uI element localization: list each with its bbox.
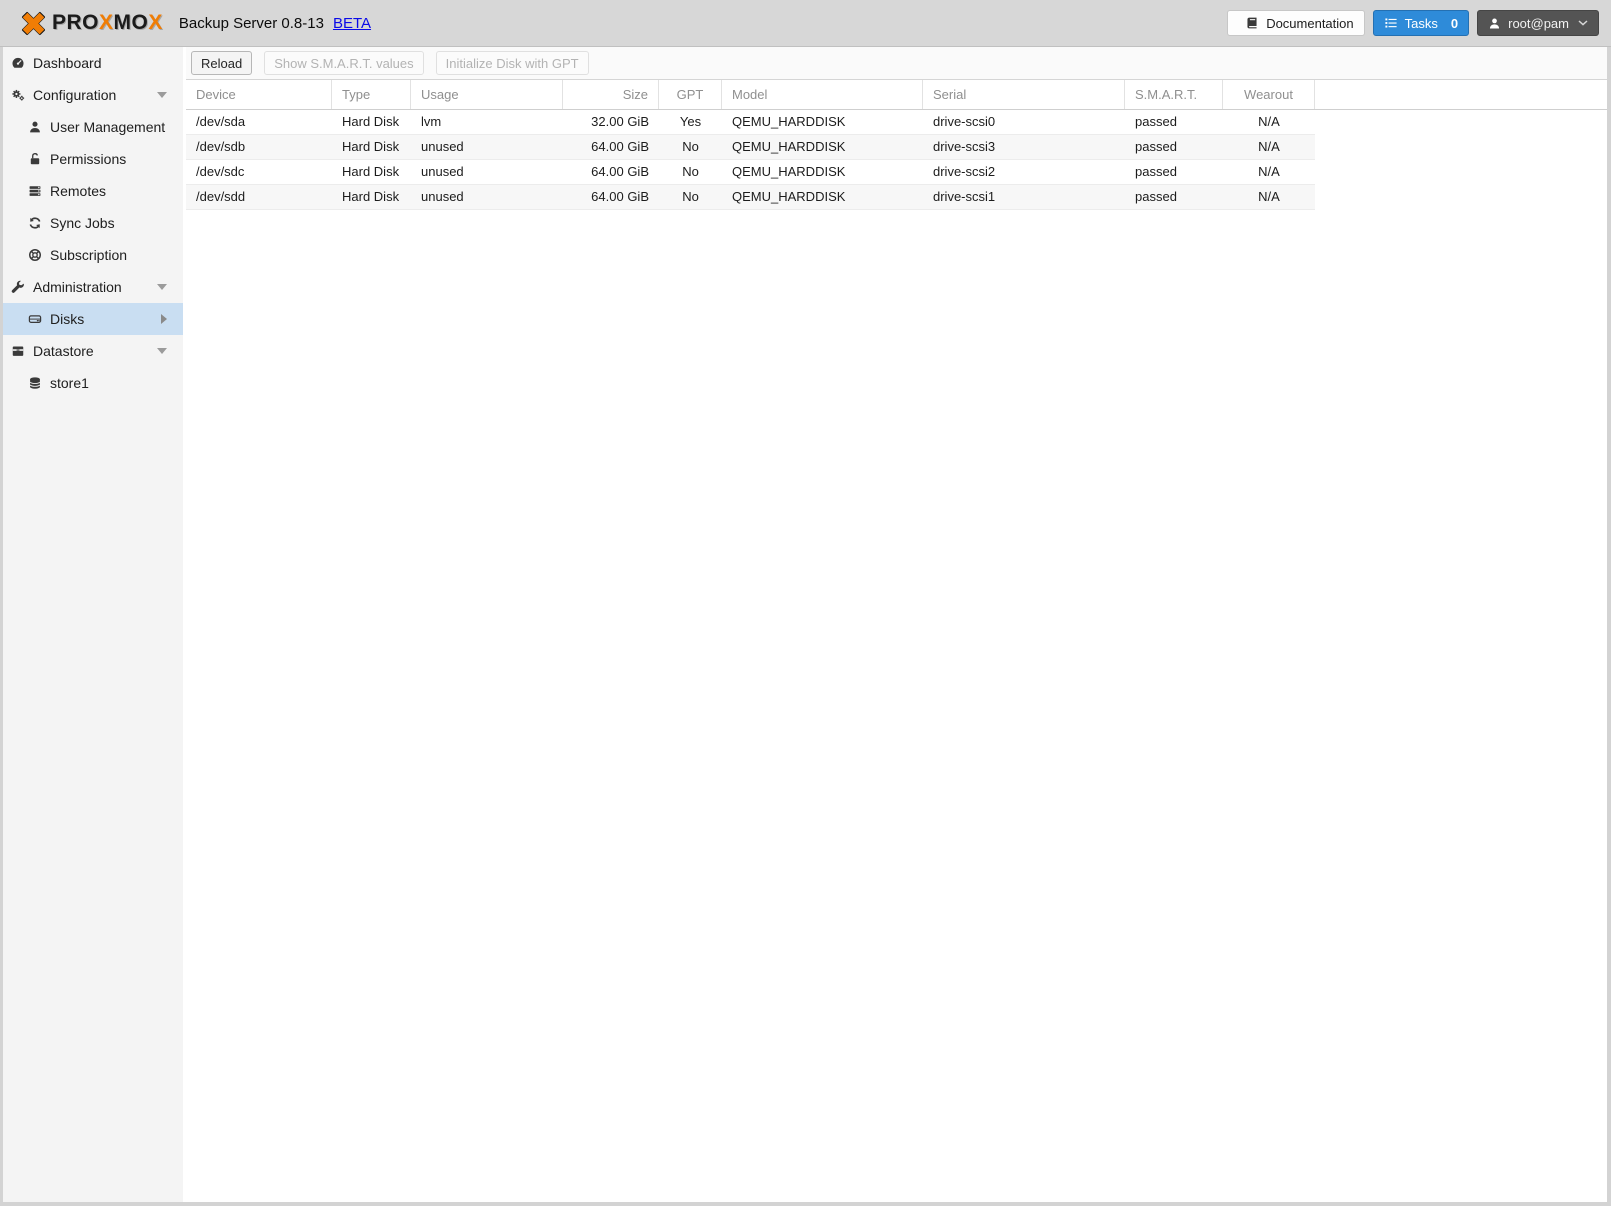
cell-wearout: N/A: [1258, 139, 1280, 154]
hdd-icon: [27, 312, 42, 326]
cell-wearout: N/A: [1258, 164, 1280, 179]
tasks-button[interactable]: Tasks 0: [1372, 10, 1470, 36]
sidebar-item-permissions[interactable]: Permissions: [3, 143, 183, 175]
chevron-down-icon[interactable]: [157, 348, 167, 354]
documentation-button[interactable]: Documentation: [1227, 10, 1365, 36]
table-row[interactable]: /dev/sdc Hard Disk unused 64.00 GiB No Q…: [186, 160, 1315, 185]
sidebar-item-datastore[interactable]: Datastore: [3, 335, 183, 367]
disks-toolbar: Reload Show S.M.A.R.T. values Initialize…: [186, 47, 1607, 80]
cell-serial: drive-scsi1: [933, 189, 996, 204]
reload-button[interactable]: Reload: [191, 51, 253, 75]
cell-serial: drive-scsi2: [933, 164, 996, 179]
cell-size: 64.00 GiB: [591, 139, 649, 154]
proxmox-logo-text: PROXMOX: [52, 11, 163, 34]
sidebar-item-sync-jobs[interactable]: Sync Jobs: [3, 207, 183, 239]
task-list-icon: [1384, 16, 1398, 30]
column-header-serial[interactable]: Serial: [923, 80, 1125, 109]
cell-model: QEMU_HARDDISK: [732, 139, 846, 154]
table-row[interactable]: /dev/sda Hard Disk lvm 32.00 GiB Yes QEM…: [186, 110, 1315, 135]
cell-gpt: No: [682, 189, 699, 204]
cell-device: /dev/sdb: [196, 139, 246, 154]
refresh-icon: [27, 216, 42, 230]
chevron-down-icon[interactable]: [157, 92, 167, 98]
cell-model: QEMU_HARDDISK: [732, 164, 846, 179]
cell-type: Hard Disk: [342, 164, 400, 179]
table-row[interactable]: /dev/sdb Hard Disk unused 64.00 GiB No Q…: [186, 135, 1315, 160]
support-ring-icon: [27, 248, 42, 262]
database-icon: [27, 376, 42, 390]
cell-serial: drive-scsi3: [933, 139, 996, 154]
cell-usage: unused: [421, 139, 464, 154]
column-header-smart[interactable]: S.M.A.R.T.: [1125, 80, 1223, 109]
initialize-gpt-button[interactable]: Initialize Disk with GPT: [435, 51, 589, 75]
cell-device: /dev/sdd: [196, 189, 246, 204]
cell-model: QEMU_HARDDISK: [732, 189, 846, 204]
user-icon: [1488, 17, 1501, 30]
cell-usage: unused: [421, 189, 464, 204]
cell-size: 32.00 GiB: [591, 114, 649, 129]
server-icon: [27, 184, 42, 198]
cell-type: Hard Disk: [342, 189, 400, 204]
sidebar: Dashboard Configuration User Management …: [3, 47, 183, 1202]
cell-device: /dev/sdc: [196, 164, 245, 179]
tasks-count-badge: 0: [1450, 15, 1459, 31]
column-header-usage[interactable]: Usage: [411, 80, 563, 109]
sidebar-item-user-management[interactable]: User Management: [3, 111, 183, 143]
cell-serial: drive-scsi0: [933, 114, 996, 129]
main-layout: Dashboard Configuration User Management …: [3, 47, 1607, 1202]
cell-wearout: N/A: [1258, 189, 1280, 204]
cell-device: /dev/sda: [196, 114, 246, 129]
cell-wearout: N/A: [1258, 114, 1280, 129]
sidebar-item-remotes[interactable]: Remotes: [3, 175, 183, 207]
cell-size: 64.00 GiB: [591, 189, 649, 204]
column-header-size[interactable]: Size: [563, 80, 659, 109]
cell-smart: passed: [1135, 164, 1177, 179]
cell-size: 64.00 GiB: [591, 164, 649, 179]
archive-icon: [10, 344, 25, 358]
cell-type: Hard Disk: [342, 114, 400, 129]
table-header-row: Device Type Usage Size GPT Model Serial …: [186, 80, 1607, 110]
column-header-wearout[interactable]: Wearout: [1223, 80, 1315, 109]
unlock-icon: [27, 152, 42, 166]
book-icon: [1245, 16, 1259, 30]
sidebar-item-subscription[interactable]: Subscription: [3, 239, 183, 271]
chevron-down-icon: [1578, 20, 1588, 26]
column-header-gpt[interactable]: GPT: [659, 80, 722, 109]
column-header-filler: [1315, 80, 1607, 109]
dashboard-icon: [10, 56, 25, 70]
sidebar-item-store1[interactable]: store1: [3, 367, 183, 399]
cell-model: QEMU_HARDDISK: [732, 114, 846, 129]
cell-usage: lvm: [421, 114, 442, 129]
sidebar-item-disks[interactable]: Disks: [3, 303, 183, 335]
user-menu-button[interactable]: root@pam: [1477, 10, 1599, 36]
content-panel: Reload Show S.M.A.R.T. values Initialize…: [186, 47, 1607, 1202]
proxmox-x-icon: [20, 10, 47, 37]
column-header-type[interactable]: Type: [332, 80, 411, 109]
cell-smart: passed: [1135, 139, 1177, 154]
page-title: Backup Server 0.8-13: [178, 14, 324, 32]
sidebar-item-configuration[interactable]: Configuration: [3, 79, 183, 111]
cell-smart: passed: [1135, 189, 1177, 204]
show-smart-values-button[interactable]: Show S.M.A.R.T. values: [264, 51, 424, 75]
cell-gpt: Yes: [679, 114, 702, 129]
app-header: PROXMOX Backup Server 0.8-13 BETA Docume…: [0, 0, 1611, 47]
wrench-icon: [10, 280, 25, 294]
cell-usage: unused: [421, 164, 464, 179]
cell-gpt: No: [682, 139, 699, 154]
column-header-model[interactable]: Model: [722, 80, 923, 109]
beta-link[interactable]: BETA: [333, 15, 371, 32]
user-icon: [27, 120, 42, 134]
column-header-device[interactable]: Device: [186, 80, 332, 109]
cell-smart: passed: [1135, 114, 1177, 129]
proxmox-logo: PROXMOX: [20, 10, 163, 37]
cell-type: Hard Disk: [342, 139, 400, 154]
sidebar-item-dashboard[interactable]: Dashboard: [3, 47, 183, 79]
cell-gpt: No: [682, 164, 699, 179]
chevron-right-icon[interactable]: [161, 314, 167, 324]
table-row[interactable]: /dev/sdd Hard Disk unused 64.00 GiB No Q…: [186, 185, 1315, 210]
gears-icon: [10, 88, 25, 102]
sidebar-item-administration[interactable]: Administration: [3, 271, 183, 303]
chevron-down-icon[interactable]: [157, 284, 167, 290]
